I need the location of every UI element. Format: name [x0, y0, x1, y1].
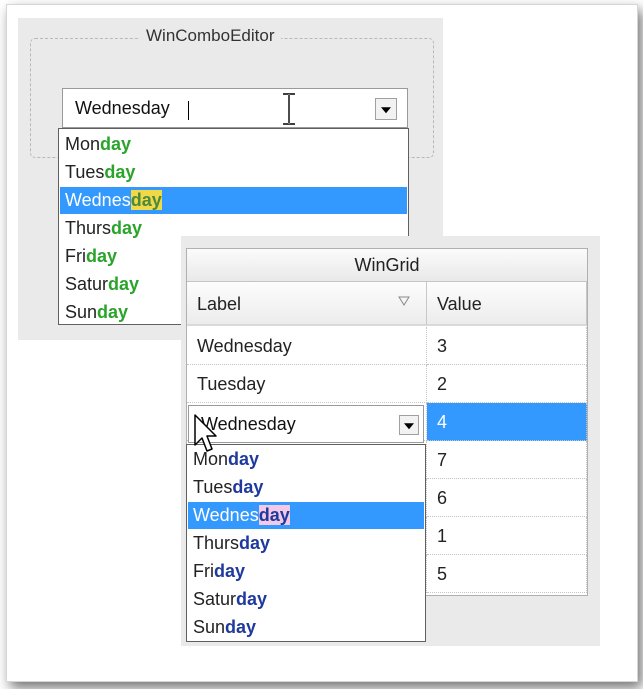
chevron-down-icon [381, 107, 391, 114]
list-item-match: day [97, 302, 129, 322]
list-item-match: day [228, 449, 260, 469]
grid-cell-label[interactable]: Tuesday [187, 365, 427, 403]
list-item-prefix: Thurs [65, 218, 112, 238]
list-item-match: day [130, 190, 162, 210]
list-item-match: day [232, 477, 264, 497]
list-item[interactable]: Sunday [65, 298, 128, 326]
list-item-prefix: Mon [65, 134, 101, 154]
list-item-match: day [100, 134, 132, 154]
combo-editor-dropdown-button[interactable] [375, 98, 397, 120]
list-item[interactable]: Monday [65, 130, 131, 158]
list-item-prefix: Fri [65, 246, 86, 266]
column-header-value-text: Value [437, 294, 482, 314]
grid-cell-editor[interactable]: Wednesday [188, 405, 424, 443]
chevron-down-icon [404, 423, 414, 430]
ibeam-cursor-icon [283, 93, 295, 125]
list-item-match: day [214, 561, 246, 581]
list-item-match: day [236, 589, 268, 609]
column-header-label[interactable]: Label [187, 282, 427, 326]
grid-cell-value[interactable]: 5 [427, 555, 587, 593]
list-item-match: day [258, 505, 290, 525]
grid-cell-value[interactable]: 4 [427, 403, 587, 441]
grid-cell-value[interactable]: 1 [427, 517, 587, 555]
list-item[interactable]: Thursday [65, 214, 142, 242]
filter-icon[interactable] [398, 296, 410, 306]
list-item-prefix: Fri [193, 561, 214, 581]
list-item-match: day [111, 218, 143, 238]
combo-editor-input[interactable]: Wednesday [62, 88, 408, 128]
list-item-match: day [225, 617, 257, 637]
list-item-prefix: Sun [193, 617, 226, 637]
list-item-match: day [104, 162, 136, 182]
list-item[interactable]: Thursday [193, 529, 270, 557]
list-item-match: day [86, 246, 118, 266]
grid-cell-value[interactable]: 6 [427, 479, 587, 517]
grid-cell-label[interactable]: Wednesday [187, 327, 427, 365]
list-item[interactable]: Saturday [65, 270, 139, 298]
text-caret [188, 101, 189, 120]
grid-caption: WinGrid [187, 249, 587, 282]
list-item[interactable]: Saturday [193, 585, 267, 613]
list-item[interactable]: Wednesday [193, 501, 290, 529]
list-item-prefix: Wednes [193, 505, 259, 525]
grid-dropdown-list[interactable]: Monday Tuesday Wednesday Thursday Friday Satu… [186, 444, 426, 642]
grid-cell-dropdown-button[interactable] [399, 415, 419, 435]
grid-cell-value[interactable]: 3 [427, 327, 587, 365]
list-item[interactable]: Friday [193, 557, 245, 585]
column-header-label-text: Label [197, 294, 242, 314]
list-item-match: day [239, 533, 271, 553]
list-item[interactable]: Tuesday [65, 158, 135, 186]
mouse-pointer-icon [194, 414, 217, 452]
list-item-prefix: Tues [193, 477, 233, 497]
column-header-value[interactable]: Value [427, 282, 587, 326]
list-item-prefix: Sun [65, 302, 98, 322]
list-item[interactable]: Friday [65, 242, 117, 270]
list-item-prefix: Satur [65, 274, 109, 294]
combo-editor-title: WinComboEditor [140, 24, 281, 48]
grid-cell-value[interactable]: 2 [427, 365, 587, 403]
list-item-prefix: Tues [65, 162, 105, 182]
list-item[interactable]: Wednesday [65, 186, 162, 214]
grid-cell-value[interactable]: 7 [427, 441, 587, 479]
list-item-prefix: Satur [193, 589, 237, 609]
list-item-prefix: Wednes [65, 190, 131, 210]
list-item[interactable]: Tuesday [193, 473, 263, 501]
list-item-prefix: Thurs [193, 533, 240, 553]
combo-editor-value: Wednesday [75, 98, 170, 118]
list-item[interactable]: Sunday [193, 613, 256, 641]
list-item-match: day [108, 274, 140, 294]
